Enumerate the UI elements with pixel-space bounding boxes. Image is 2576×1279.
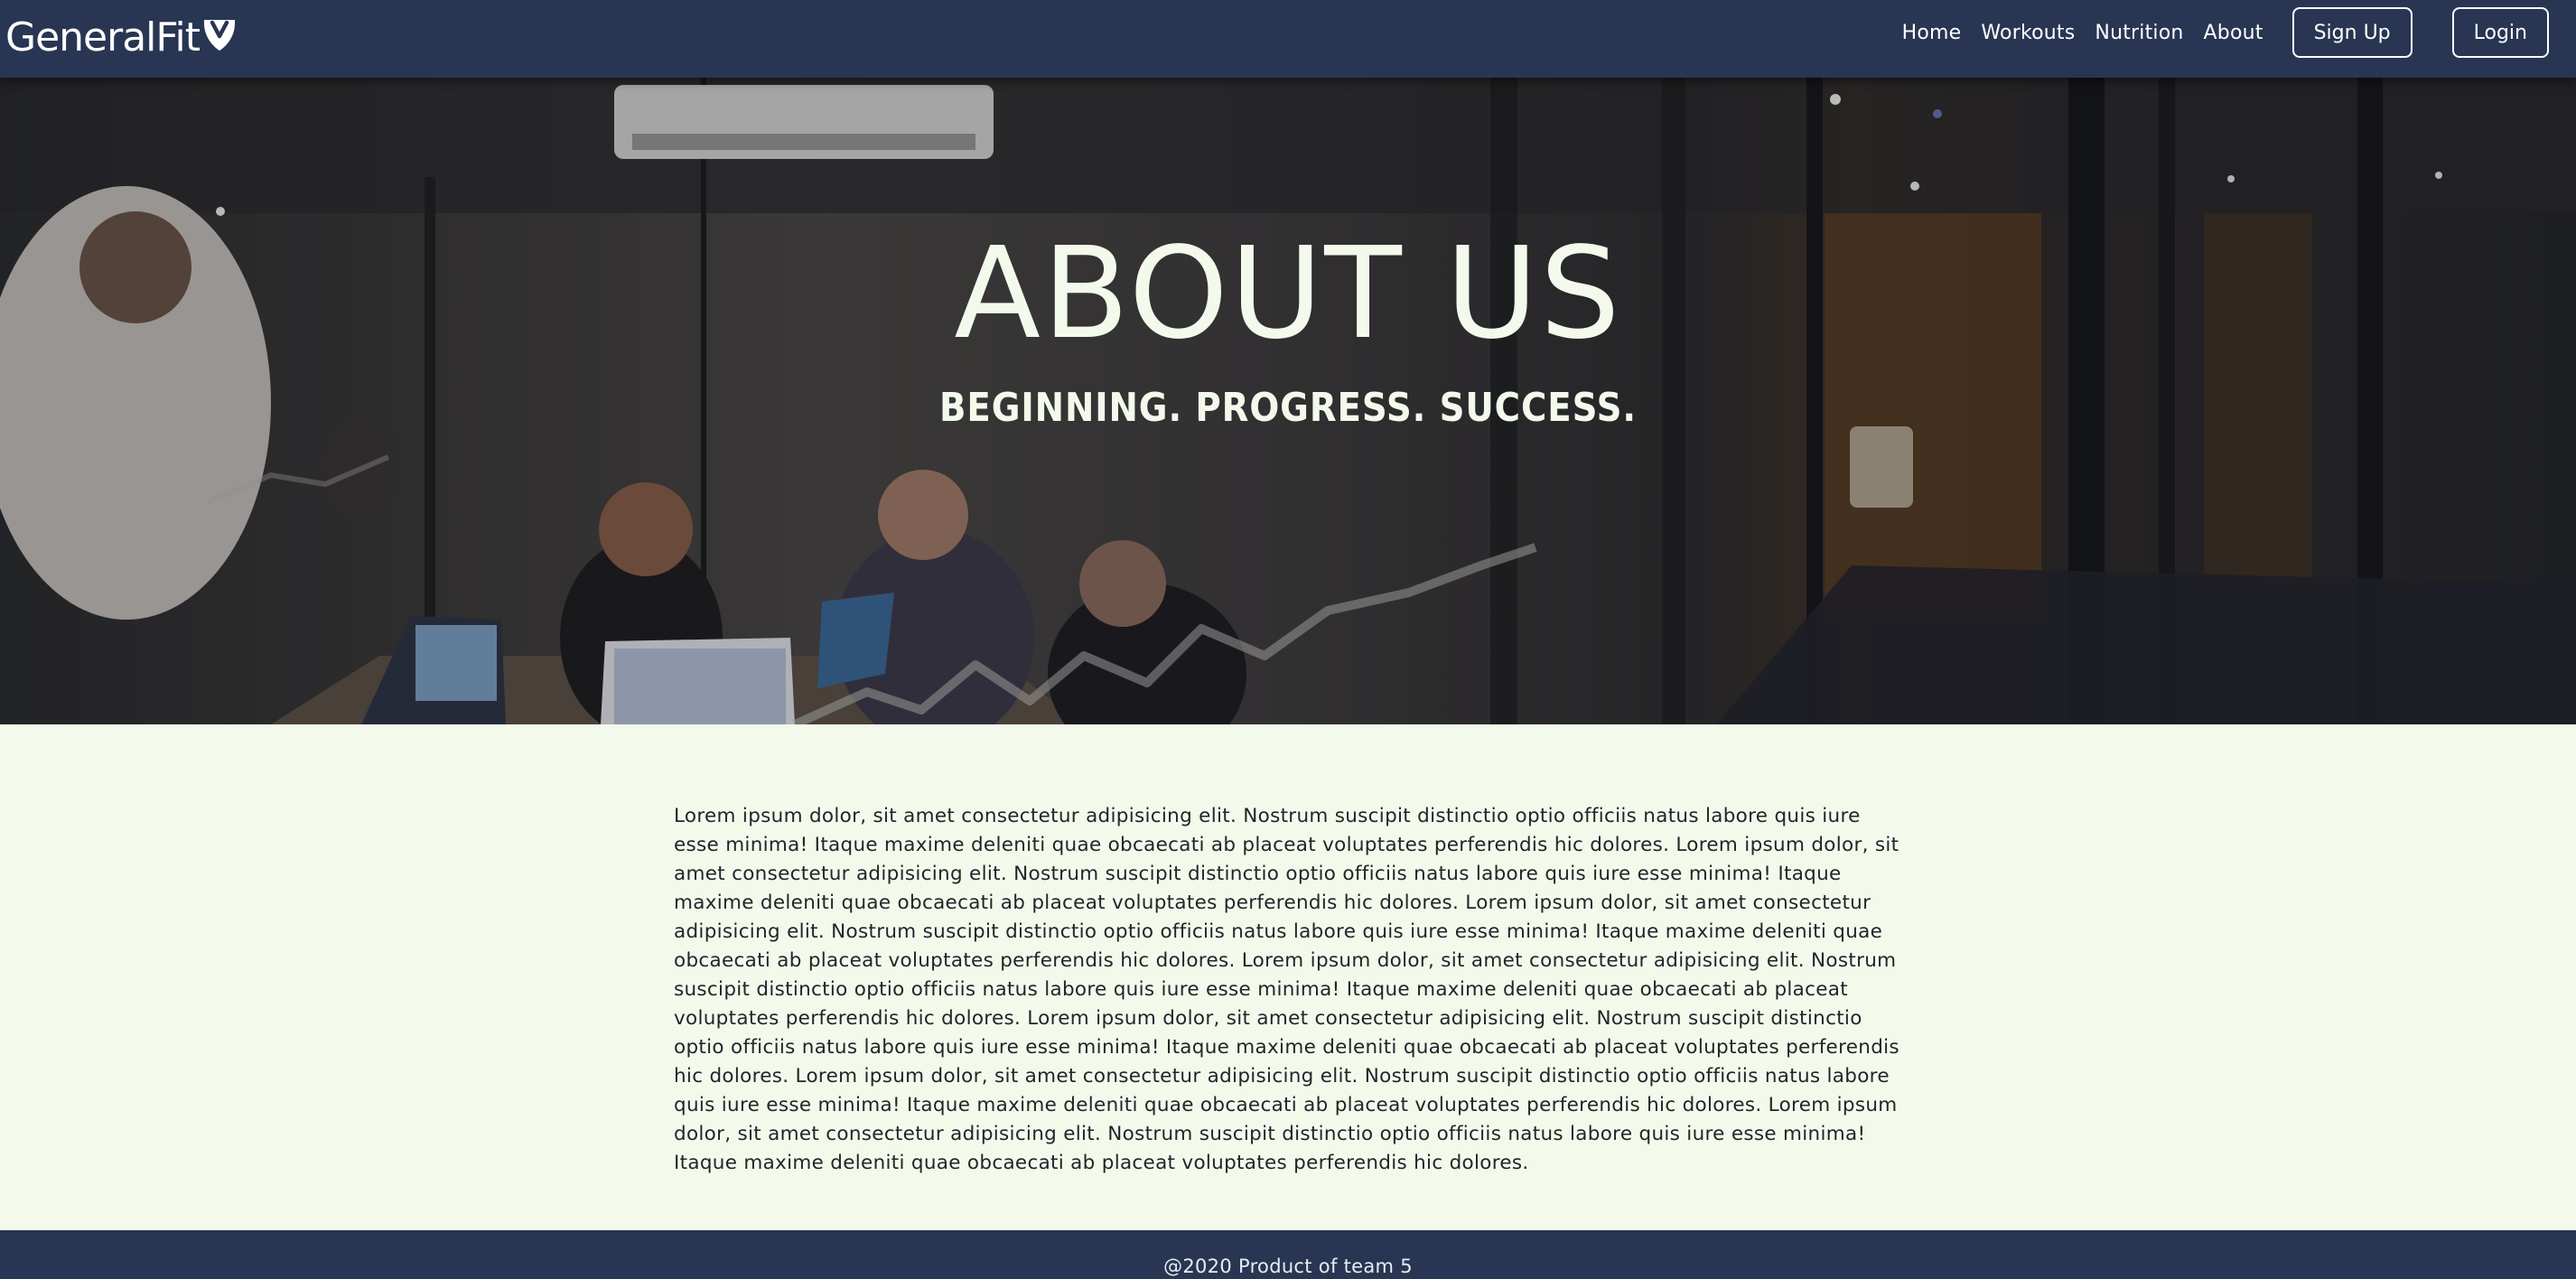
nav-link-workouts[interactable]: Workouts: [1981, 22, 2075, 44]
hero-title: ABOUT US: [954, 220, 1622, 368]
nav-link-nutrition[interactable]: Nutrition: [2095, 22, 2183, 44]
hero-subtitle: BEGINNING. PROGRESS. SUCCESS.: [938, 385, 1638, 431]
navbar: GeneralFit Home Workouts Nutrition About…: [0, 0, 2576, 78]
hero-banner: ABOUT US BEGINNING. PROGRESS. SUCCESS.: [0, 78, 2576, 724]
footer-copyright: @2020 Product of team 5: [1163, 1256, 1413, 1277]
login-button[interactable]: Login: [2451, 7, 2549, 58]
about-paragraph: Lorem ipsum dolor, sit amet consectetur …: [674, 805, 1899, 1174]
nav-links: Home Workouts Nutrition About Sign Up Lo…: [1882, 0, 2549, 65]
sign-up-button[interactable]: Sign Up: [2291, 7, 2413, 58]
brand-shield-icon: [203, 20, 235, 51]
brand-name: GeneralFit: [5, 14, 201, 61]
brand-logo-link[interactable]: GeneralFit: [5, 9, 238, 65]
footer: @2020 Product of team 5: [0, 1230, 2576, 1279]
nav-link-home[interactable]: Home: [1902, 22, 1962, 44]
nav-link-about[interactable]: About: [2204, 22, 2263, 44]
